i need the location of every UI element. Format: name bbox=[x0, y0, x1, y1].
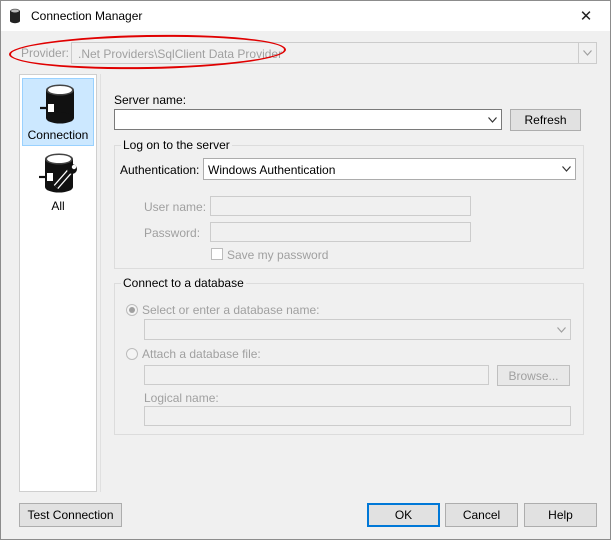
username-label: User name: bbox=[144, 200, 207, 214]
nav-item-connection[interactable]: Connection bbox=[22, 78, 94, 146]
server-name-dropdown-arrow[interactable] bbox=[484, 110, 501, 129]
save-password-checkbox[interactable] bbox=[211, 248, 223, 260]
authentication-label: Authentication: bbox=[120, 163, 200, 177]
nav-panel: Connection All bbox=[19, 74, 97, 492]
ok-label: OK bbox=[394, 508, 413, 522]
attach-database-label: Attach a database file: bbox=[142, 347, 261, 361]
attach-file-input[interactable] bbox=[144, 365, 489, 385]
help-label: Help bbox=[548, 508, 573, 522]
logical-name-label: Logical name: bbox=[144, 391, 219, 405]
authentication-dropdown[interactable]: Windows Authentication bbox=[203, 158, 576, 180]
nav-item-all-label: All bbox=[51, 199, 65, 213]
cancel-label: Cancel bbox=[462, 508, 501, 522]
title-bar: Connection Manager ✕ bbox=[1, 1, 610, 31]
server-name-label: Server name: bbox=[114, 93, 187, 107]
save-password-label: Save my password bbox=[227, 248, 329, 262]
password-label: Password: bbox=[144, 226, 201, 240]
logon-group-label: Log on to the server bbox=[121, 138, 232, 152]
chevron-down-icon bbox=[583, 50, 592, 56]
database-name-dropdown-arrow bbox=[553, 320, 570, 339]
database-settings-icon bbox=[39, 153, 77, 193]
close-icon: ✕ bbox=[579, 8, 593, 25]
authentication-value: Windows Authentication bbox=[208, 163, 336, 177]
username-input[interactable] bbox=[210, 196, 471, 216]
database-name-combobox[interactable] bbox=[144, 319, 571, 340]
select-database-radio[interactable] bbox=[126, 304, 138, 316]
nav-item-connection-label: Connection bbox=[27, 128, 89, 142]
database-icon bbox=[10, 8, 20, 24]
browse-button-label: Browse... bbox=[508, 368, 559, 383]
ok-button[interactable]: OK bbox=[367, 503, 440, 527]
test-connection-button[interactable]: Test Connection bbox=[19, 503, 122, 527]
window-title: Connection Manager bbox=[31, 9, 143, 23]
refresh-button[interactable]: Refresh bbox=[510, 109, 581, 131]
close-button[interactable]: ✕ bbox=[563, 1, 609, 31]
panel-divider bbox=[100, 74, 101, 492]
provider-dropdown-arrow bbox=[578, 43, 596, 63]
browse-button[interactable]: Browse... bbox=[497, 365, 570, 386]
nav-item-all[interactable]: All bbox=[22, 148, 94, 216]
password-input[interactable] bbox=[210, 222, 471, 242]
authentication-dropdown-arrow bbox=[558, 159, 575, 179]
refresh-button-label: Refresh bbox=[524, 113, 567, 127]
chevron-down-icon bbox=[488, 116, 497, 123]
radio-dot bbox=[129, 307, 135, 313]
chevron-down-icon bbox=[562, 166, 571, 172]
logical-name-input[interactable] bbox=[144, 406, 571, 426]
attach-database-radio[interactable] bbox=[126, 348, 138, 360]
red-annotation-circle bbox=[8, 32, 287, 72]
chevron-down-icon bbox=[557, 326, 566, 333]
database-connection-icon bbox=[40, 84, 74, 124]
server-name-combobox[interactable] bbox=[114, 109, 502, 130]
test-connection-label: Test Connection bbox=[27, 508, 114, 522]
connection-manager-window: Connection Manager ✕ Provider: .Net Prov… bbox=[0, 0, 611, 540]
select-database-label: Select or enter a database name: bbox=[142, 303, 320, 317]
database-group-label: Connect to a database bbox=[121, 276, 246, 290]
help-button[interactable]: Help bbox=[524, 503, 597, 527]
cancel-button[interactable]: Cancel bbox=[445, 503, 518, 527]
